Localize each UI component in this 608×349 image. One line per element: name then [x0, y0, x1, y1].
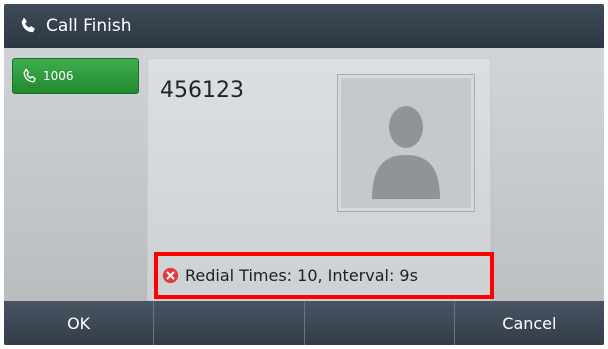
- redial-status: Redial Times: 10, Interval: 9s: [154, 252, 494, 299]
- contact-silhouette-icon: [372, 106, 440, 199]
- phone-handset-icon: [21, 17, 35, 33]
- softkey-3[interactable]: [304, 301, 455, 345]
- softkey-2[interactable]: [154, 301, 305, 345]
- right-panel: [494, 48, 604, 301]
- phone-screen: Call Finish 1006 456123 Redial Times: 10…: [4, 4, 604, 345]
- softkey-bar: OK Cancel: [4, 301, 604, 345]
- line-key-label: 1006: [43, 69, 74, 83]
- cancel-softkey[interactable]: Cancel: [454, 301, 604, 345]
- phone-handset-icon: [23, 68, 36, 82]
- line-key-1006[interactable]: 1006: [12, 58, 139, 94]
- error-x-icon: [162, 267, 179, 284]
- ok-softkey[interactable]: OK: [4, 301, 155, 345]
- dialed-number: 456123: [160, 78, 244, 103]
- title-text: Call Finish: [46, 16, 132, 36]
- title-bar: Call Finish: [4, 4, 604, 48]
- redial-status-text: Redial Times: 10, Interval: 9s: [185, 266, 418, 285]
- contact-avatar: [337, 74, 475, 212]
